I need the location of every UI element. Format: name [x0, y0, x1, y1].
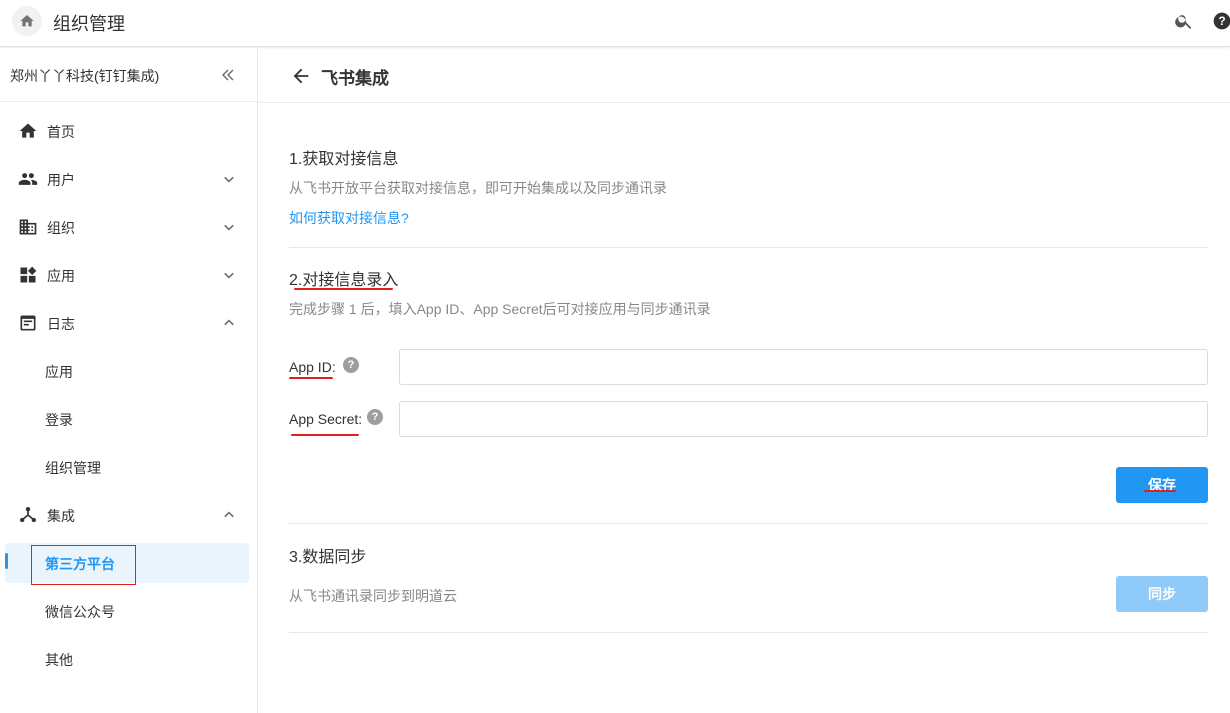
org-switcher[interactable]: 郑州丫丫科技(钉钉集成) — [0, 48, 257, 102]
sync-button[interactable]: 同步 — [1116, 576, 1208, 612]
sidebar-subitem-label: 组织管理 — [45, 460, 101, 476]
sync-button-label: 同步 — [1148, 586, 1176, 602]
sidebar-subitem-label: 应用 — [45, 364, 73, 380]
how-to-get-info-link[interactable]: 如何获取对接信息? — [289, 208, 409, 228]
active-indicator — [5, 553, 8, 569]
sidebar-item-logs[interactable]: 日志 — [0, 299, 257, 347]
page-title: 飞书集成 — [321, 69, 389, 88]
back-arrow-icon[interactable] — [290, 65, 312, 87]
home-button[interactable] — [12, 6, 42, 36]
sidebar-subitem-label: 其他 — [45, 652, 73, 668]
section2-title: 2.对接信息录入 — [289, 272, 399, 289]
sidebar-item-org[interactable]: 组织 — [0, 203, 257, 251]
sidebar-subitem-log-login[interactable]: 登录 — [0, 395, 257, 443]
annotation-underline — [291, 434, 359, 436]
app-id-input[interactable] — [399, 349, 1208, 385]
app-secret-label-text: App Secret — [289, 411, 359, 427]
org-name: 郑州丫丫科技(钉钉集成) — [10, 68, 160, 84]
sidebar-item-label: 应用 — [47, 268, 75, 284]
chevron-down-icon — [224, 272, 234, 279]
section3-desc: 从飞书通讯录同步到明道云 — [289, 588, 457, 604]
integration-icon — [20, 507, 36, 523]
sidebar-subitem-wechat[interactable]: 微信公众号 — [0, 587, 257, 635]
search-icon[interactable] — [1174, 11, 1194, 31]
save-button-label: 保存 — [1148, 477, 1176, 493]
sidebar-item-label: 组织 — [47, 220, 75, 236]
annotation-underline — [1144, 490, 1176, 492]
top-bar: 组织管理 ? — [0, 0, 1230, 47]
section2-desc: 完成步骤 1 后，填入App ID、App Secret后可对接应用与同步通讯录 — [289, 301, 711, 317]
collapse-sidebar-icon[interactable] — [218, 65, 238, 85]
divider — [289, 632, 1208, 633]
annotation-underline — [289, 377, 333, 379]
sidebar-subitem-label: 登录 — [45, 412, 73, 428]
help-tooltip-icon[interactable]: ? — [343, 357, 359, 373]
sidebar-item-home[interactable]: 首页 — [0, 107, 257, 155]
chevron-down-icon — [224, 224, 234, 231]
save-button[interactable]: 保存 — [1116, 467, 1208, 503]
chevron-up-icon — [224, 511, 234, 518]
building-icon — [19, 219, 37, 235]
sidebar-item-label: 用户 — [47, 172, 75, 188]
sidebar-subitem-log-apps[interactable]: 应用 — [0, 347, 257, 395]
home-icon — [20, 15, 34, 27]
sidebar-subitem-log-org[interactable]: 组织管理 — [0, 443, 257, 491]
divider — [289, 247, 1208, 248]
sidebar-item-users[interactable]: 用户 — [0, 155, 257, 203]
home-icon — [19, 123, 37, 138]
app-title: 组织管理 — [53, 14, 125, 34]
annotation-box — [31, 545, 136, 585]
chevron-up-icon — [224, 319, 234, 326]
annotation-underline — [294, 288, 393, 290]
sidebar-subitem-label: 微信公众号 — [45, 604, 115, 620]
log-icon — [20, 315, 36, 331]
divider — [289, 523, 1208, 524]
sidebar-subitem-other[interactable]: 其他 — [0, 635, 257, 683]
app-id-label-text: App ID — [289, 359, 332, 375]
section1-title: 1.获取对接信息 — [289, 151, 399, 168]
sidebar-item-label: 集成 — [47, 508, 75, 524]
app-id-label: App ID: — [289, 359, 336, 375]
sidebar-item-label: 首页 — [47, 124, 75, 140]
label-colon: : — [331, 359, 336, 375]
chevron-down-icon — [224, 176, 234, 183]
section1-desc: 从飞书开放平台获取对接信息，即可开始集成以及同步通讯录 — [289, 180, 667, 196]
section3-title: 3.数据同步 — [289, 549, 367, 566]
sidebar-item-apps[interactable]: 应用 — [0, 251, 257, 299]
app-secret-label: App Secret: — [289, 411, 362, 427]
svg-text:?: ? — [1218, 15, 1225, 28]
sidebar-item-integration[interactable]: 集成 — [0, 491, 257, 539]
apps-icon — [20, 266, 37, 283]
label-colon: : — [358, 411, 363, 427]
help-tooltip-icon[interactable]: ? — [367, 409, 383, 425]
help-icon[interactable]: ? — [1212, 11, 1230, 31]
sidebar-item-label: 日志 — [47, 316, 75, 332]
page-header: 飞书集成 — [258, 48, 1230, 103]
app-secret-input[interactable] — [399, 401, 1208, 437]
users-icon — [18, 173, 38, 185]
